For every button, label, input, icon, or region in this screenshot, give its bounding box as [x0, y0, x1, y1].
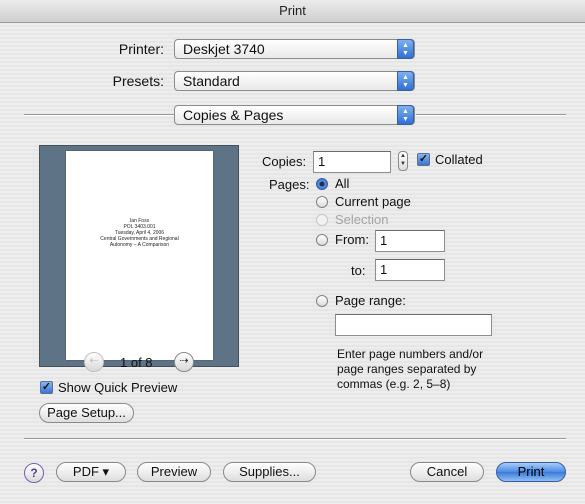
- quick-preview: Ian Foss POL 3403.001 Tuesday, April 4, …: [39, 145, 239, 367]
- all-pages-label: All: [335, 176, 350, 191]
- page-range-label: Page range:: [335, 293, 406, 308]
- preview-page-text: Ian Foss POL 3403.001 Tuesday, April 4, …: [66, 218, 213, 248]
- copies-stepper[interactable]: ▲ ▼: [398, 151, 408, 171]
- panel-value: Copies & Pages: [183, 107, 284, 123]
- to-field[interactable]: 1: [375, 259, 445, 281]
- page-setup-button[interactable]: Page Setup...: [39, 403, 134, 423]
- left-arrow-icon: ⇠: [89, 355, 99, 367]
- supplies-button[interactable]: Supplies...: [223, 462, 316, 482]
- printer-value: Deskjet 3740: [183, 41, 265, 57]
- presets-value: Standard: [183, 73, 240, 89]
- previous-page-button[interactable]: ⇠: [84, 352, 104, 372]
- from-radio[interactable]: [316, 234, 328, 246]
- checkmark-icon: ✓: [41, 381, 52, 393]
- presets-label: Presets:: [112, 73, 164, 89]
- from-label: From:: [335, 232, 369, 247]
- page-range-hint: Enter page numbers and/or page ranges se…: [337, 347, 484, 391]
- popup-arrows-icon: ▲ ▼: [397, 105, 414, 125]
- separator: [416, 114, 566, 116]
- preview-button[interactable]: Preview: [137, 462, 211, 482]
- pages-label: Pages:: [269, 177, 310, 192]
- show-quick-preview-checkbox[interactable]: ✓: [40, 381, 53, 394]
- preview-line: Autonomy – A Comparison: [109, 242, 170, 248]
- preview-page: Ian Foss POL 3403.001 Tuesday, April 4, …: [66, 151, 213, 360]
- current-page-label: Current page: [335, 194, 411, 209]
- separator: [24, 114, 174, 116]
- page-range-radio[interactable]: [316, 295, 328, 307]
- printer-label: Printer:: [118, 41, 164, 57]
- collated-checkbox[interactable]: ✓: [417, 153, 430, 166]
- right-arrow-icon: ⇢: [179, 355, 189, 367]
- copies-label: Copies:: [262, 154, 307, 169]
- page-range-field[interactable]: [335, 314, 492, 336]
- show-quick-preview-label: Show Quick Preview: [58, 380, 178, 395]
- cancel-button[interactable]: Cancel: [410, 462, 484, 482]
- window-title: Print: [0, 0, 585, 23]
- popup-arrows-icon: ▲ ▼: [397, 71, 414, 91]
- to-label: to:: [351, 263, 366, 278]
- selection-label: Selection: [335, 212, 389, 227]
- copies-field[interactable]: 1: [313, 151, 391, 173]
- printer-popup[interactable]: Deskjet 3740 ▲ ▼: [174, 39, 415, 59]
- next-page-button[interactable]: ⇢: [174, 352, 194, 372]
- separator: [24, 438, 566, 440]
- help-button[interactable]: ?: [24, 463, 44, 483]
- current-page-radio[interactable]: [316, 196, 328, 208]
- collated-label: Collated: [435, 152, 483, 167]
- panel-popup[interactable]: Copies & Pages ▲ ▼: [174, 105, 415, 125]
- selection-radio: [316, 214, 328, 226]
- all-pages-radio[interactable]: [316, 178, 328, 190]
- presets-popup[interactable]: Standard ▲ ▼: [174, 71, 415, 91]
- checkmark-icon: ✓: [418, 153, 429, 165]
- print-button[interactable]: Print: [496, 462, 566, 482]
- page-indicator: 1 of 8: [120, 355, 153, 370]
- pdf-menu-button[interactable]: PDF ▾: [56, 462, 126, 482]
- from-field[interactable]: 1: [375, 230, 445, 252]
- popup-arrows-icon: ▲ ▼: [397, 39, 414, 59]
